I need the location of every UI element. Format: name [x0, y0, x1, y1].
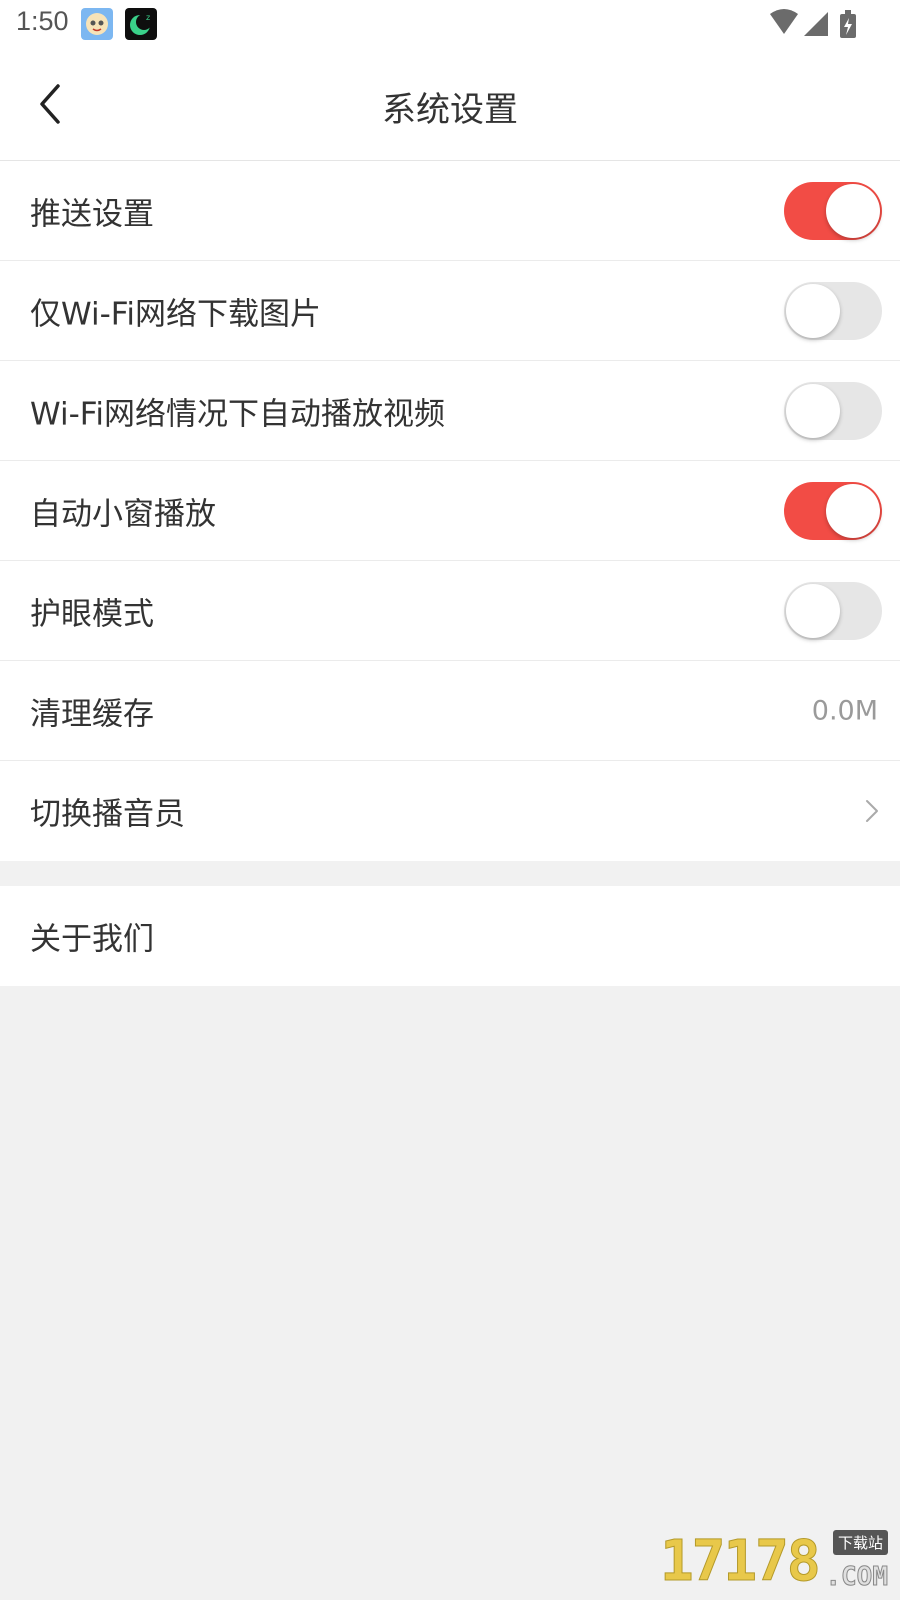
setting-row-push[interactable]: 推送设置	[0, 161, 900, 261]
setting-row-wifi-autoplay[interactable]: Wi-Fi网络情况下自动播放视频	[0, 361, 900, 461]
svg-text:z: z	[146, 13, 150, 22]
moon-app-icon: z	[125, 8, 157, 40]
push-toggle[interactable]	[784, 181, 882, 240]
setting-label: 仅Wi-Fi网络下载图片	[30, 296, 321, 332]
setting-label: 清理缓存	[30, 696, 154, 732]
wifi-images-toggle[interactable]	[784, 281, 882, 340]
cache-size-value: 0.0M	[811, 695, 878, 726]
about-us-row[interactable]: 关于我们	[0, 886, 900, 986]
toggle-knob	[786, 583, 840, 638]
setting-row-eye-care[interactable]: 护眼模式	[0, 561, 900, 661]
page-title: 系统设置	[382, 90, 518, 130]
setting-label: 关于我们	[30, 921, 154, 958]
about-section: 关于我们	[0, 886, 900, 986]
watermark-digits: 17178	[660, 1529, 822, 1595]
watermark-logo: 17178 下载站 .COM	[660, 1529, 890, 1595]
toggle-knob	[786, 283, 840, 338]
setting-row-clear-cache[interactable]: 清理缓存 0.0M	[0, 661, 900, 761]
setting-row-wifi-images[interactable]: 仅Wi-Fi网络下载图片	[0, 261, 900, 361]
signal-icon	[804, 12, 828, 36]
setting-label: 推送设置	[30, 196, 154, 232]
toggle-knob	[826, 183, 880, 238]
setting-label: 自动小窗播放	[30, 496, 216, 532]
status-bar: 1:50 z	[0, 0, 900, 52]
chevron-right-icon	[866, 800, 878, 822]
setting-label: 护眼模式	[30, 596, 154, 632]
eye-care-toggle[interactable]	[784, 581, 882, 640]
wifi-icon	[770, 9, 798, 34]
watermark-suffix: .COM	[825, 1562, 889, 1593]
watermark-badge: 下载站	[832, 1530, 888, 1555]
toggle-knob	[786, 383, 840, 438]
toggle-knob	[826, 483, 880, 538]
wifi-autoplay-toggle[interactable]	[784, 381, 882, 440]
setting-row-mini-window[interactable]: 自动小窗播放	[0, 461, 900, 561]
setting-label: Wi-Fi网络情况下自动播放视频	[30, 396, 445, 432]
app-header: 系统设置	[0, 52, 900, 161]
baby-app-icon	[81, 8, 113, 40]
mini-window-toggle[interactable]	[784, 481, 882, 540]
battery-charging-icon	[840, 10, 856, 38]
status-time: 1:50	[16, 6, 69, 36]
setting-label: 切换播音员	[30, 796, 185, 833]
status-indicators	[770, 9, 856, 38]
setting-row-switch-announcer[interactable]: 切换播音员	[0, 761, 900, 861]
settings-list: 推送设置 仅Wi-Fi网络下载图片 Wi-Fi网络情况下自动播放视频 自动小窗播…	[0, 161, 900, 861]
